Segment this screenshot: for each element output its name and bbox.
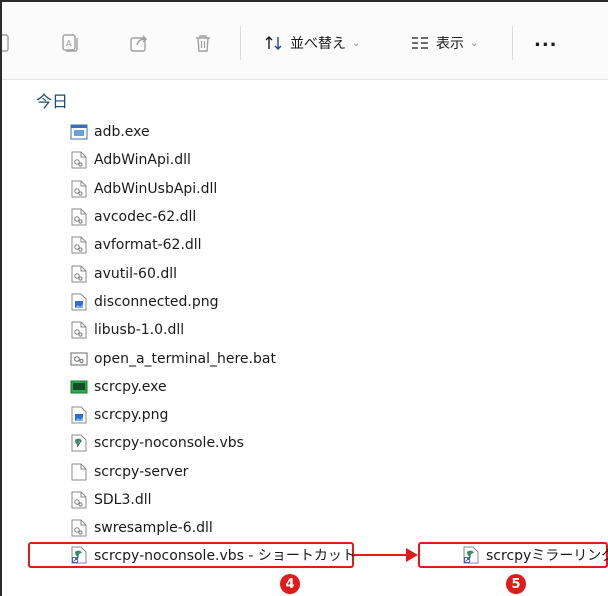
file-name: scrcpy.png <box>94 407 169 424</box>
step-badge-5: 5 <box>506 574 526 594</box>
file-name: AdbWinApi.dll <box>94 152 191 169</box>
share-button[interactable] <box>128 30 150 56</box>
list-item[interactable]: avformat-62.dll <box>70 231 370 259</box>
list-item[interactable]: SDL3.dll <box>70 486 370 514</box>
dll-icon <box>70 265 88 283</box>
dll-icon <box>70 208 88 226</box>
file-name: AdbWinUsbApi.dll <box>94 180 218 197</box>
step-badge-4: 4 <box>280 574 300 594</box>
command-bar: A 並べ替え ⌄ 表示 ⌄ ... <box>2 2 608 80</box>
more-options-button[interactable]: ... <box>534 30 558 51</box>
sort-label: 並べ替え <box>290 36 346 52</box>
list-item[interactable]: AdbWinUsbApi.dll <box>70 175 370 203</box>
list-item[interactable]: swresample-6.dll <box>70 514 370 542</box>
file-name: open_a_terminal_here.bat <box>94 350 276 367</box>
svg-text:A: A <box>66 39 72 48</box>
arrow-right-icon <box>406 548 418 562</box>
list-item-renamed[interactable]: scrcpyミラーリング <box>462 545 608 565</box>
list-item[interactable]: AdbWinApi.dll <box>70 146 370 174</box>
shortcut-name: scrcpy-noconsole.vbs - ショートカット <box>94 548 356 564</box>
exe-window-icon <box>70 123 88 141</box>
dll-icon <box>70 491 88 509</box>
cut-button[interactable] <box>2 30 12 56</box>
copy-icon: A <box>62 34 78 52</box>
file-name: avutil-60.dll <box>94 265 177 282</box>
list-item[interactable]: libusb-1.0.dll <box>70 316 370 344</box>
window-left-border <box>0 0 2 596</box>
list-item[interactable]: disconnected.png <box>70 288 370 316</box>
sort-icon <box>265 36 282 50</box>
list-item[interactable]: avutil-60.dll <box>70 259 370 287</box>
image-icon <box>70 293 88 311</box>
trash-icon <box>196 35 210 52</box>
exe-green-icon <box>70 378 88 396</box>
list-item[interactable]: scrcpy-noconsole.vbs <box>70 429 370 457</box>
explorer-window: A 並べ替え ⌄ 表示 ⌄ ... 今日 adb.exe AdbWinApi.d… <box>0 0 608 596</box>
script-shortcut-icon <box>462 546 480 564</box>
view-label: 表示 <box>436 36 464 52</box>
file-name: scrcpy-noconsole.vbs <box>94 435 244 452</box>
list-item[interactable]: scrcpy.exe <box>70 373 370 401</box>
group-header-today[interactable]: 今日 <box>36 88 68 112</box>
bat-icon <box>70 350 88 368</box>
file-name: scrcpy-server <box>94 463 189 480</box>
list-item-shortcut[interactable]: scrcpy-noconsole.vbs - ショートカット <box>70 545 356 565</box>
file-name: adb.exe <box>94 124 150 141</box>
file-name: libusb-1.0.dll <box>94 322 185 339</box>
file-name: disconnected.png <box>94 293 219 310</box>
chevron-down-icon: ⌄ <box>470 37 479 49</box>
arrow-line <box>354 554 410 556</box>
script-shortcut-icon <box>70 546 88 564</box>
dll-icon <box>70 236 88 254</box>
share-icon <box>130 35 147 52</box>
view-button[interactable]: 表示 ⌄ <box>410 30 478 56</box>
script-icon <box>70 434 88 452</box>
delete-button[interactable] <box>192 30 214 56</box>
chevron-down-icon: ⌄ <box>352 37 361 49</box>
file-name: swresample-6.dll <box>94 520 213 537</box>
file-list: adb.exe AdbWinApi.dll AdbWinUsbApi.dll avco… <box>70 118 370 542</box>
toolbar-separator <box>512 26 513 60</box>
list-item[interactable]: avcodec-62.dll <box>70 203 370 231</box>
file-name: avformat-62.dll <box>94 237 202 254</box>
list-item[interactable]: open_a_terminal_here.bat <box>70 344 370 372</box>
file-name: avcodec-62.dll <box>94 209 197 226</box>
view-list-icon <box>412 37 428 49</box>
file-name: SDL3.dll <box>94 492 152 508</box>
renamed-name: scrcpyミラーリング <box>486 548 608 564</box>
list-item[interactable]: adb.exe <box>70 118 370 146</box>
copy-button[interactable]: A <box>60 30 82 56</box>
dll-icon <box>70 151 88 169</box>
dll-icon <box>70 180 88 198</box>
toolbar-separator <box>240 26 241 60</box>
dll-icon <box>70 519 88 537</box>
blank-file-icon <box>70 463 88 481</box>
list-item[interactable]: scrcpy.png <box>70 401 370 429</box>
cut-icon <box>2 34 9 52</box>
dll-icon <box>70 321 88 339</box>
list-item[interactable]: scrcpy-server <box>70 458 370 486</box>
image-icon <box>70 406 88 424</box>
file-name: scrcpy.exe <box>94 378 167 395</box>
sort-button[interactable]: 並べ替え ⌄ <box>264 30 360 56</box>
